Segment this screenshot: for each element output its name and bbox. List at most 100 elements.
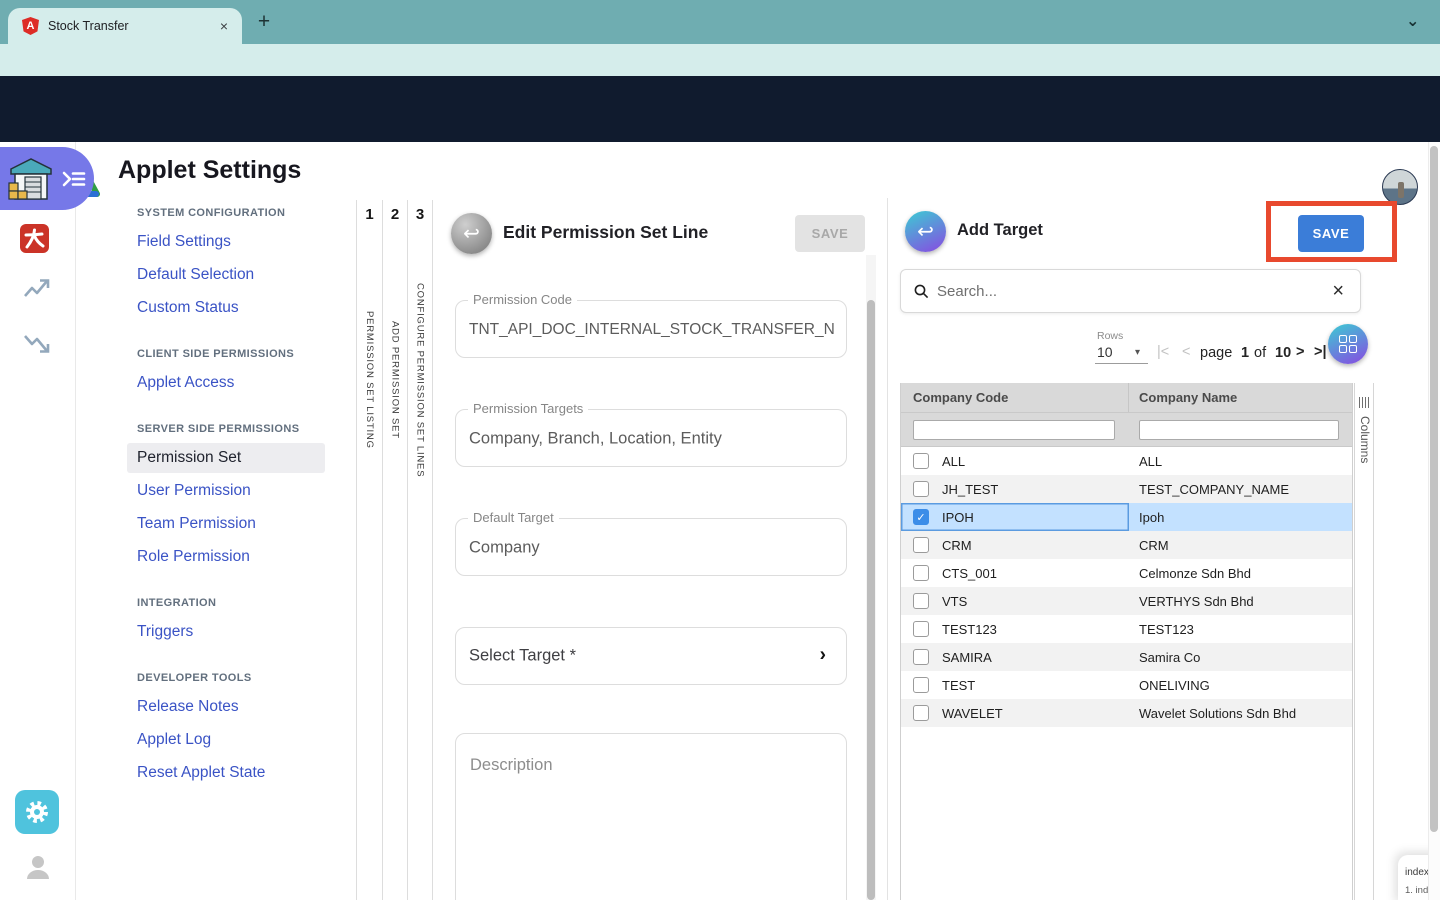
company-name-filter-input[interactable] <box>1139 420 1339 440</box>
user-avatar[interactable] <box>1382 169 1418 205</box>
columns-side-tab[interactable]: Columns <box>1354 383 1374 900</box>
nav-item-role-permission[interactable]: Role Permission <box>137 542 342 572</box>
edit-save-button[interactable]: SAVE <box>795 215 865 252</box>
tab-search-chevron-icon[interactable]: ⌄ <box>1406 11 1419 31</box>
step-tab-2[interactable]: 2 ADD PERMISSION SET <box>382 200 407 900</box>
row-checkbox[interactable] <box>913 593 929 609</box>
table-row[interactable]: SAMIRASamira Co <box>901 643 1352 671</box>
search-input[interactable] <box>937 283 1332 300</box>
nav-item-permission-set[interactable]: Permission Set <box>127 443 325 473</box>
nav-item-applet-access[interactable]: Applet Access <box>137 368 342 398</box>
company-name-cell: TEST123 <box>1129 615 1352 643</box>
field-value: Company <box>469 539 835 558</box>
row-checkbox[interactable] <box>913 481 929 497</box>
nav-item-user-permission[interactable]: User Permission <box>137 476 342 506</box>
target-back-button[interactable]: ↩ <box>905 211 946 252</box>
edit-panel-title: Edit Permission Set Line <box>503 222 708 243</box>
prev-page-button[interactable]: < <box>1182 344 1190 360</box>
nav-section-title: CLIENT SIDE PERMISSIONS <box>137 348 342 360</box>
nav-item-team-permission[interactable]: Team Permission <box>137 509 342 539</box>
table-row[interactable]: ALL ALL <box>901 447 1352 475</box>
table-row[interactable]: TEST123TEST123 <box>901 615 1352 643</box>
grip-icon <box>1355 397 1373 408</box>
rows-per-page-select[interactable]: 10 <box>1097 344 1113 360</box>
step-label: CONFIGURE PERMISSION SET LINES <box>415 230 426 530</box>
nav-item-release-notes[interactable]: Release Notes <box>137 692 342 722</box>
last-page-button[interactable]: >| <box>1314 344 1327 360</box>
company-code-cell: WAVELET <box>942 706 1003 721</box>
page-scrollbar-thumb[interactable] <box>1430 146 1438 832</box>
company-table: Company Code Company Name ALLALLJH_TESTT… <box>900 383 1353 900</box>
new-tab-button[interactable]: + <box>252 10 276 34</box>
expand-menu-icon[interactable] <box>61 168 87 190</box>
applet-switcher[interactable] <box>0 147 94 210</box>
browser-toolbar: ← → ⟳ akaun.cloud/#/applet/tnt/wavelet/e… <box>0 44 1440 76</box>
next-page-button[interactable]: > <box>1296 344 1304 360</box>
first-page-button[interactable]: |< <box>1157 344 1169 360</box>
nav-item-field-settings[interactable]: Field Settings <box>137 227 342 257</box>
company-code-cell: TEST <box>942 678 975 693</box>
nav-item-custom-status[interactable]: Custom Status <box>137 293 342 323</box>
table-row[interactable]: JH_TESTTEST_COMPANY_NAME <box>901 475 1352 503</box>
table-row[interactable]: TEST ONELIVING <box>901 671 1352 699</box>
column-header-company-code[interactable]: Company Code <box>901 383 1129 412</box>
step-label: PERMISSION SET LISTING <box>364 230 375 530</box>
row-checkbox[interactable] <box>913 537 929 553</box>
rows-caret-icon[interactable]: ▾ <box>1135 347 1140 358</box>
panel-divider <box>887 198 888 900</box>
tab-close-icon[interactable]: × <box>216 18 232 34</box>
company-code-cell: ALL <box>942 454 965 469</box>
field-value: Company, Branch, Location, Entity <box>469 430 835 449</box>
target-save-button[interactable]: SAVE <box>1298 215 1364 252</box>
row-checkbox[interactable] <box>913 453 929 469</box>
company-code-cell: SAMIRA <box>942 650 992 665</box>
angular-favicon-icon: A <box>22 17 39 35</box>
row-checkbox[interactable] <box>913 705 929 721</box>
description-field[interactable]: Description <box>455 733 847 900</box>
permission-code-field[interactable]: Permission Code TNT_API_DOC_INTERNAL_STO… <box>455 300 847 358</box>
table-row[interactable]: CTS_001Celmonze Sdn Bhd <box>901 559 1352 587</box>
layout-grid-button[interactable] <box>1328 324 1368 364</box>
rows-select-underline <box>1095 363 1148 364</box>
table-filter-row <box>901 413 1352 447</box>
select-target-row[interactable]: Select Target * › <box>455 627 847 685</box>
nav-item-reset-applet-state[interactable]: Reset Applet State <box>137 758 342 788</box>
table-row[interactable]: CRMCRM <box>901 531 1352 559</box>
clear-search-icon[interactable]: × <box>1332 280 1344 303</box>
gear-icon <box>24 799 50 825</box>
row-checkbox[interactable]: ✓ <box>913 509 929 525</box>
default-target-field[interactable]: Default Target Company <box>455 518 847 576</box>
dai-app-icon[interactable] <box>20 224 49 253</box>
settings-gear-button[interactable] <box>15 790 59 834</box>
company-code-cell: VTS <box>942 594 967 609</box>
row-checkbox[interactable] <box>913 565 929 581</box>
back-button[interactable]: ↩ <box>451 213 492 254</box>
table-row[interactable]: WAVELETWavelet Solutions Sdn Bhd <box>901 699 1352 727</box>
support-person-icon[interactable] <box>25 853 51 881</box>
step-tab-1[interactable]: 1 PERMISSION SET LISTING <box>356 200 382 900</box>
description-placeholder: Description <box>470 756 553 775</box>
row-checkbox[interactable] <box>913 649 929 665</box>
edit-panel-scrollbar-thumb[interactable] <box>867 300 875 900</box>
company-name-cell: ONELIVING <box>1129 671 1352 699</box>
nav-item-default-selection[interactable]: Default Selection <box>137 260 342 290</box>
app-header: akaun <box>0 76 1440 142</box>
table-row[interactable]: VTSVERTHYS Sdn Bhd <box>901 587 1352 615</box>
trend-up-icon[interactable] <box>22 276 52 302</box>
row-checkbox[interactable] <box>913 621 929 637</box>
column-header-company-name[interactable]: Company Name <box>1129 390 1237 405</box>
step-tab-3[interactable]: 3 CONFIGURE PERMISSION SET LINES <box>407 200 433 900</box>
table-row[interactable]: ✓IPOHIpoh <box>901 503 1352 531</box>
permission-targets-field[interactable]: Permission Targets Company, Branch, Loca… <box>455 409 847 467</box>
target-search-box[interactable]: × <box>900 269 1361 313</box>
field-value: TNT_API_DOC_INTERNAL_STOCK_TRANSFER_N <box>469 321 835 339</box>
company-code-filter-input[interactable] <box>913 420 1115 440</box>
nav-item-applet-log[interactable]: Applet Log <box>137 725 342 755</box>
nav-item-triggers[interactable]: Triggers <box>137 617 342 647</box>
browser-tab[interactable]: A Stock Transfer × <box>8 8 242 44</box>
of-word: of <box>1254 345 1266 361</box>
trend-down-icon[interactable] <box>22 330 52 356</box>
nav-section-title: INTEGRATION <box>137 597 342 609</box>
company-name-cell: ALL <box>1129 447 1352 475</box>
row-checkbox[interactable] <box>913 677 929 693</box>
